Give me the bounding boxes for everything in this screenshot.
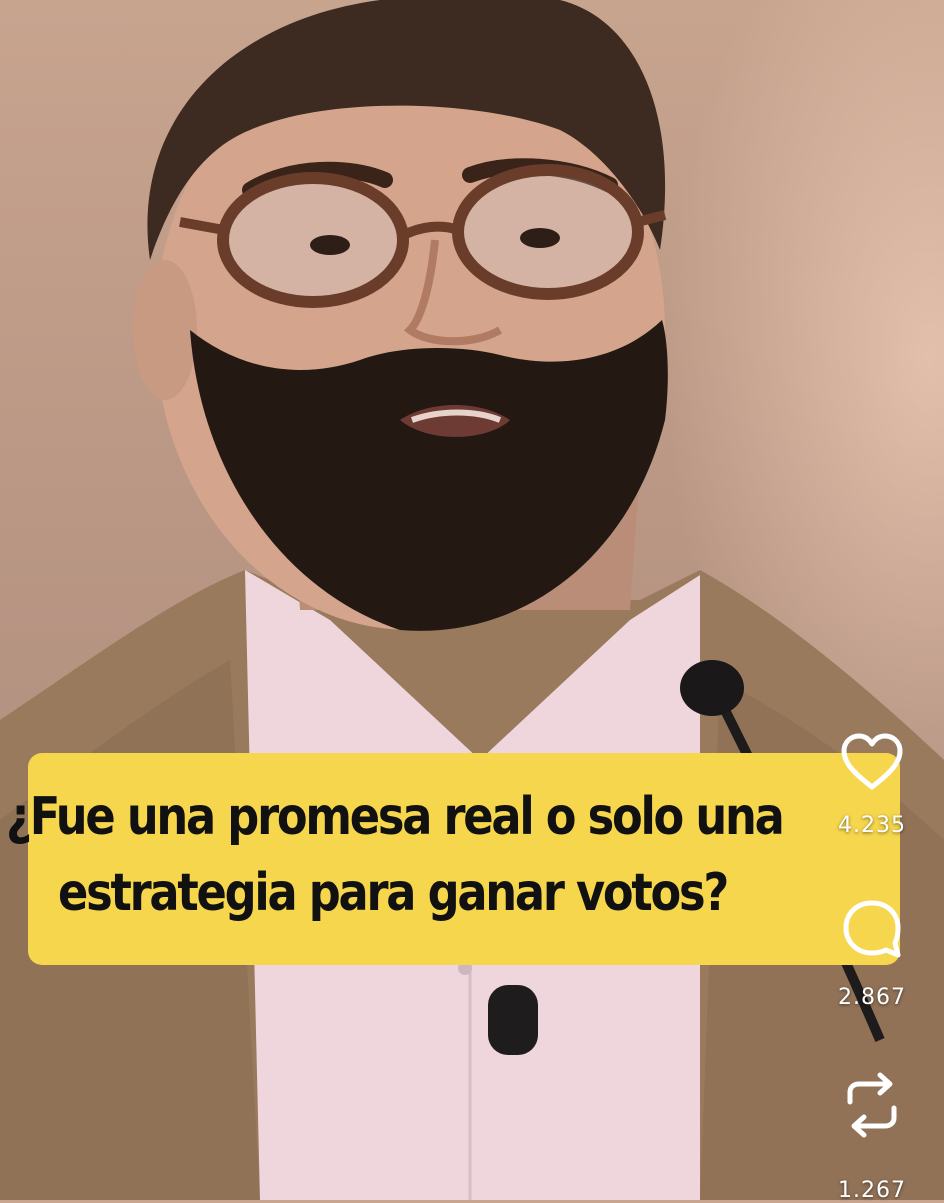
repost-arrows-icon [800, 1072, 944, 1142]
action-sidebar: 4.235 2.867 1.267 [800, 0, 944, 1203]
heart-icon [800, 733, 944, 795]
comment-count: 2.867 [838, 985, 906, 1010]
comment-bubble-icon [800, 897, 944, 965]
video-caption-banner: ¿Fue una promesa real o solo una estrate… [6, 753, 900, 965]
repost-button[interactable]: 1.267 [800, 1072, 944, 1203]
caption-line: estrategia para ganar votos? [58, 863, 729, 923]
like-button[interactable]: 4.235 [800, 733, 944, 838]
repost-count: 1.267 [838, 1178, 906, 1203]
comment-button[interactable]: 2.867 [800, 897, 944, 1010]
caption-line: ¿Fue una promesa real o solo una [6, 787, 785, 847]
like-count: 4.235 [838, 813, 906, 838]
